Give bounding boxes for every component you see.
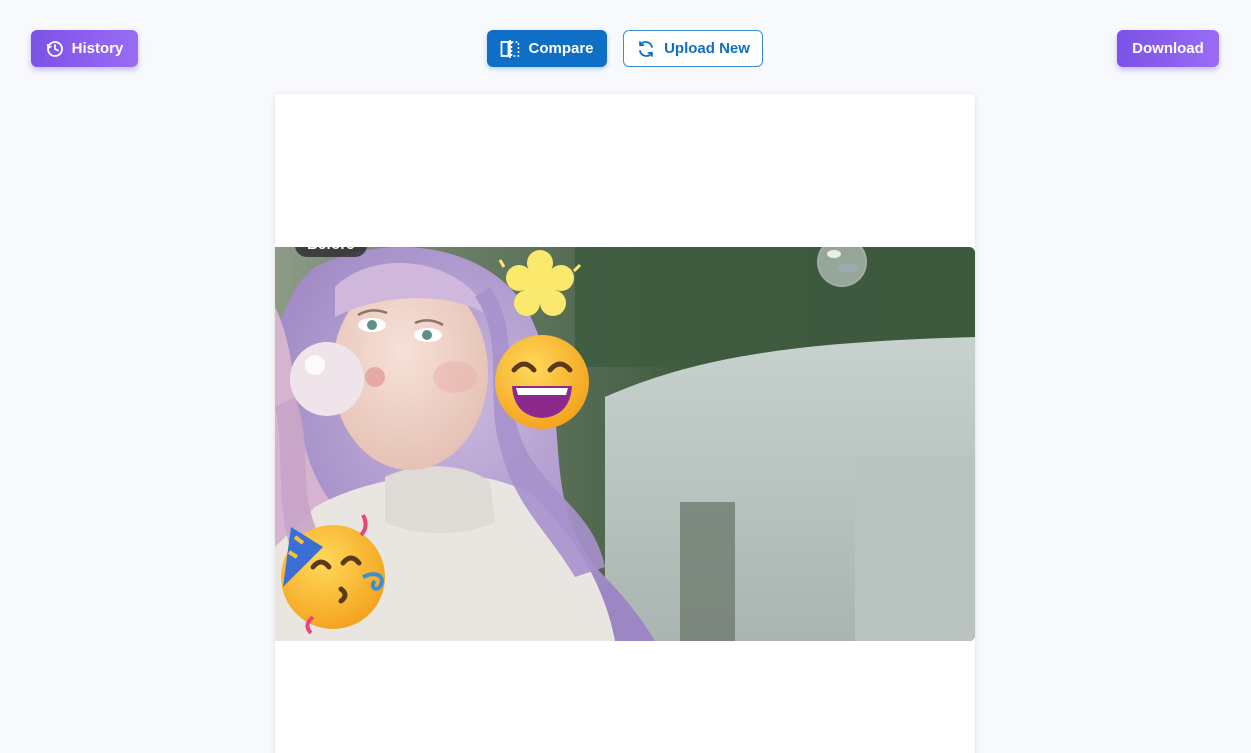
edited-photo[interactable]: Before: [275, 247, 975, 641]
refresh-arrows-icon: [636, 39, 656, 59]
download-label: Download: [1132, 40, 1204, 57]
download-button[interactable]: Download: [1117, 30, 1219, 67]
history-button[interactable]: History: [31, 30, 138, 67]
upload-new-label: Upload New: [664, 40, 750, 57]
grinning-face-sticker: [495, 335, 589, 429]
compare-label: Compare: [528, 40, 594, 57]
history-label: History: [71, 40, 124, 57]
upload-new-button[interactable]: Upload New: [623, 30, 763, 67]
clock-history-icon: [46, 40, 64, 58]
compare-button[interactable]: Compare: [487, 30, 607, 67]
before-badge: Before: [295, 247, 367, 257]
bubble-sticker: [817, 247, 867, 287]
editor-canvas: Before: [275, 94, 975, 753]
compare-split-icon: [500, 39, 520, 59]
